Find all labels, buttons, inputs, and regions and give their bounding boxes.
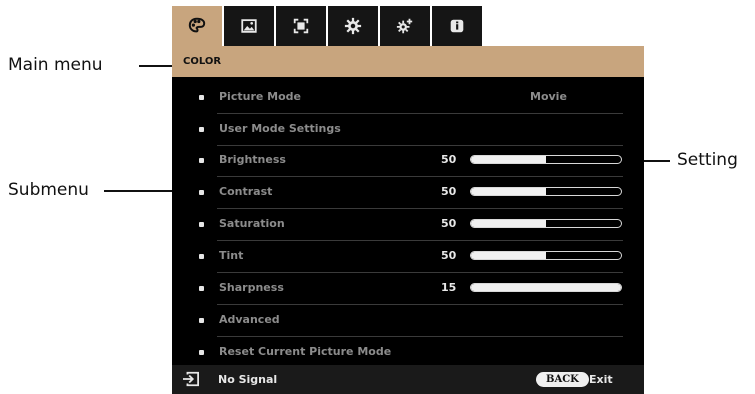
brightness-slider[interactable]: [470, 155, 622, 164]
brightness-slider-fill: [471, 156, 546, 163]
picture-mode-value: Movie: [530, 90, 567, 103]
signal-status: No Signal: [218, 373, 278, 386]
osd-menu: COLOR Picture Mode Movie User Mode Setti…: [172, 0, 644, 394]
menu-item-user-mode-settings[interactable]: User Mode Settings: [172, 114, 644, 146]
bullet-icon: [199, 127, 204, 132]
advanced-gear-icon: [396, 18, 413, 34]
tab-settings[interactable]: [328, 6, 378, 46]
sharpness-slider[interactable]: [470, 283, 622, 292]
menu-item-label: Brightness: [219, 153, 286, 166]
menu-item-label: User Mode Settings: [219, 122, 341, 135]
menu-item-label: Picture Mode: [219, 90, 301, 103]
menu-item-label: Advanced: [219, 313, 280, 326]
menu-item-contrast[interactable]: Contrast 50: [172, 177, 644, 209]
menu-item-label: Saturation: [219, 217, 285, 230]
leader-line-main-menu: [139, 65, 172, 67]
tint-slider[interactable]: [470, 251, 622, 260]
gear-icon: [344, 17, 362, 35]
bullet-icon: [199, 158, 204, 163]
menu-item-tint[interactable]: Tint 50: [172, 241, 644, 273]
main-menu-header: COLOR: [172, 46, 644, 77]
tab-management[interactable]: [380, 6, 430, 46]
tab-information[interactable]: [432, 6, 482, 46]
contrast-slider[interactable]: [470, 187, 622, 196]
tint-value: 50: [441, 249, 457, 262]
bullet-icon: [199, 286, 204, 291]
callout-setting: Setting: [677, 150, 738, 170]
tab-image[interactable]: [224, 6, 274, 46]
saturation-slider[interactable]: [470, 219, 622, 228]
menu-item-picture-mode[interactable]: Picture Mode Movie: [172, 82, 644, 114]
bullet-icon: [199, 318, 204, 323]
image-icon: [241, 19, 257, 33]
menu-title: COLOR: [183, 56, 222, 67]
input-source-icon: [183, 371, 199, 387]
palette-icon: [188, 17, 206, 33]
callout-main-menu: Main menu: [8, 55, 103, 75]
tab-screen[interactable]: [276, 6, 326, 46]
menu-item-advanced[interactable]: Advanced: [172, 305, 644, 337]
tint-slider-fill: [471, 252, 546, 259]
menu-item-label: Sharpness: [219, 281, 284, 294]
bullet-icon: [199, 190, 204, 195]
contrast-value: 50: [441, 185, 457, 198]
sharpness-slider-fill: [471, 284, 621, 291]
saturation-value: 50: [441, 217, 457, 230]
exit-label: Exit: [589, 373, 613, 386]
saturation-slider-fill: [471, 220, 546, 227]
brightness-value: 50: [441, 153, 457, 166]
menu-item-sharpness[interactable]: Sharpness 15: [172, 273, 644, 305]
menu-item-saturation[interactable]: Saturation 50: [172, 209, 644, 241]
bullet-icon: [199, 95, 204, 100]
submenu-panel: Picture Mode Movie User Mode Settings Br…: [172, 77, 644, 365]
bullet-icon: [199, 350, 204, 355]
back-button[interactable]: BACK: [536, 372, 589, 387]
status-bar: No Signal BACK Exit: [172, 365, 644, 394]
menu-item-label: Tint: [219, 249, 244, 262]
menu-item-label: Reset Current Picture Mode: [219, 345, 392, 358]
main-menu-tabs: [172, 6, 484, 46]
bullet-icon: [199, 222, 204, 227]
contrast-slider-fill: [471, 188, 546, 195]
bullet-icon: [199, 254, 204, 259]
info-icon: [450, 19, 464, 33]
menu-item-brightness[interactable]: Brightness 50: [172, 145, 644, 177]
sharpness-value: 15: [441, 281, 457, 294]
callout-submenu: Submenu: [8, 180, 89, 200]
menu-item-label: Contrast: [219, 185, 273, 198]
tab-color[interactable]: [172, 6, 222, 46]
screen-fit-icon: [293, 18, 309, 34]
